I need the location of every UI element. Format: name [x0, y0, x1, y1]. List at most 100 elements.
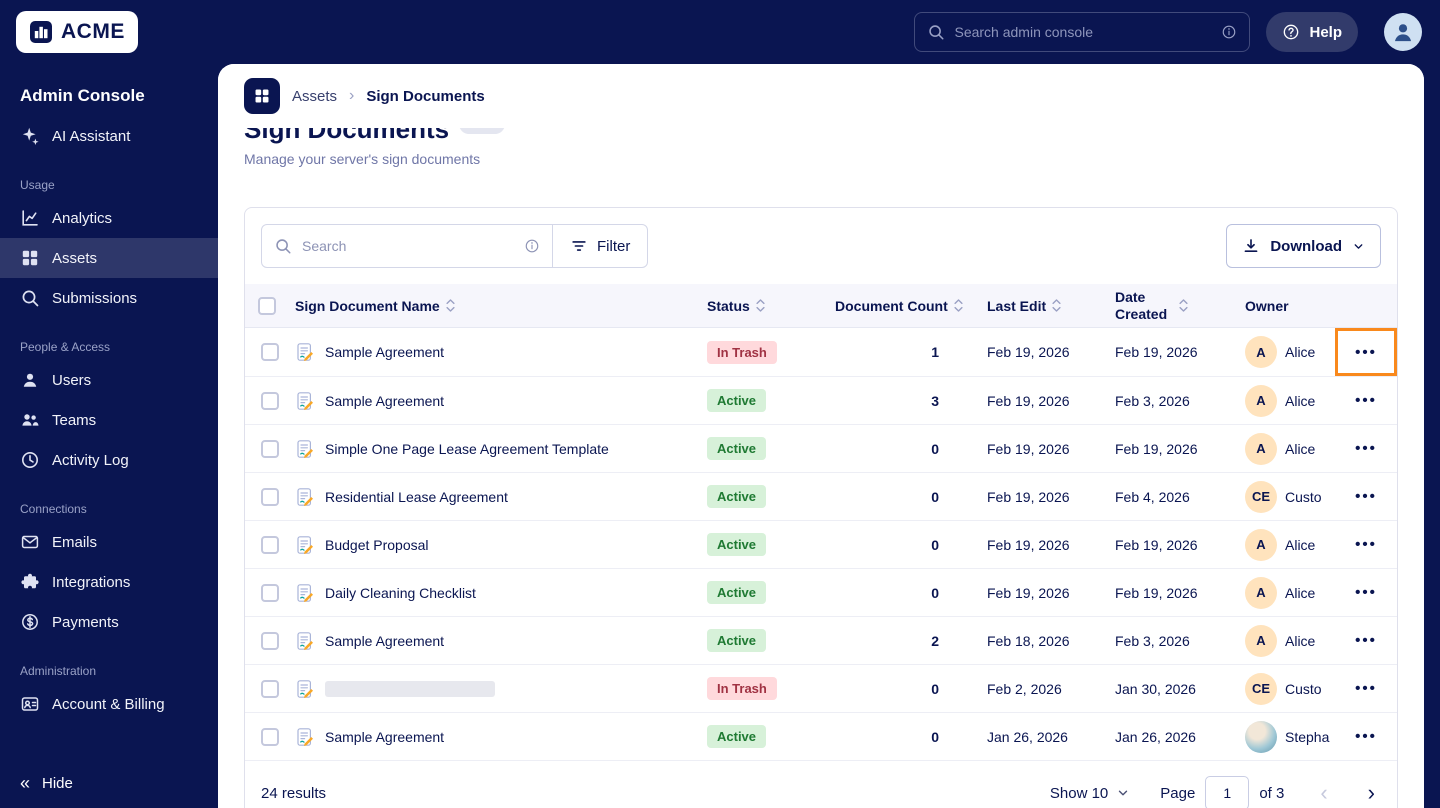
row-checkbox[interactable]: [261, 679, 279, 698]
document-name[interactable]: Sample Agreement: [325, 344, 444, 360]
document-name[interactable]: Sample Agreement: [325, 633, 444, 649]
owner-name: Stepha: [1285, 728, 1330, 745]
document-name[interactable]: Sample Agreement: [325, 393, 444, 409]
sign-document-icon: [295, 342, 315, 362]
table-body: Sample Agreement In Trash 1 Feb 19, 2026 Feb…: [245, 328, 1397, 760]
document-name[interactable]: Sample Agreement: [325, 729, 444, 745]
next-page-button[interactable]: ›: [1362, 780, 1381, 806]
table-row: Budget Proposal Active 0 Feb 19, 2026 Feb 19…: [245, 520, 1397, 568]
owner-avatar: CE: [1245, 672, 1277, 705]
sidebar-item-account-billing[interactable]: Account & Billing: [0, 684, 218, 724]
row-checkbox-cell: [245, 535, 295, 554]
document-name[interactable]: Budget Proposal: [325, 537, 429, 553]
column-header-owner: Owner: [1245, 297, 1289, 314]
sidebar-item-teams[interactable]: Teams: [0, 400, 218, 440]
activity-log-icon: [20, 450, 40, 470]
status-badge: Active: [707, 485, 767, 508]
owner-avatar: A: [1245, 576, 1277, 609]
table-search-input[interactable]: [302, 238, 514, 254]
row-actions-button[interactable]: •••: [1349, 721, 1383, 752]
page-size-select[interactable]: Show 10: [1050, 785, 1130, 802]
filter-label: Filter: [597, 237, 631, 255]
sort-icon[interactable]: [1178, 297, 1189, 314]
owner-cell: CE Custo: [1245, 480, 1335, 513]
row-checkbox[interactable]: [261, 727, 279, 746]
last-edit-date: Feb 19, 2026: [987, 440, 1070, 457]
sidebar-item-ai-assistant[interactable]: AI Assistant: [0, 116, 218, 156]
sort-icon[interactable]: [1051, 297, 1062, 314]
document-name[interactable]: Simple One Page Lease Agreement Template: [325, 441, 609, 457]
row-checkbox[interactable]: [261, 535, 279, 554]
page-input[interactable]: [1205, 776, 1250, 808]
owner-cell: A Alice: [1245, 384, 1335, 417]
sidebar-item-activity-log[interactable]: Activity Log: [0, 440, 218, 480]
row-checkbox[interactable]: [261, 631, 279, 650]
sort-icon[interactable]: [445, 297, 456, 314]
sidebar-item-label: Teams: [52, 411, 97, 429]
sidebar-item-submissions[interactable]: Submissions: [0, 278, 218, 318]
prev-page-button[interactable]: ‹: [1314, 780, 1333, 806]
sidebar-item-payments[interactable]: Payments: [0, 602, 218, 642]
sidebar-item-users[interactable]: Users: [0, 360, 218, 400]
owner-name: Alice: [1285, 632, 1316, 649]
row-actions-button[interactable]: •••: [1349, 673, 1383, 704]
acme-logo[interactable]: ACME: [16, 11, 138, 53]
row-checkbox[interactable]: [261, 391, 279, 410]
row-checkbox[interactable]: [261, 343, 279, 361]
row-checkbox-cell: [245, 727, 295, 746]
row-actions-cell: •••: [1335, 617, 1397, 664]
help-button[interactable]: Help: [1266, 12, 1358, 52]
sign-document-icon: [295, 439, 315, 459]
created-date: Jan 26, 2026: [1115, 728, 1196, 745]
sidebar-item-integrations[interactable]: Integrations: [0, 562, 218, 602]
row-actions-button[interactable]: •••: [1349, 577, 1383, 608]
owner-avatar: A: [1245, 336, 1277, 368]
admin-search[interactable]: [914, 12, 1251, 52]
sidebar-item-assets[interactable]: Assets: [0, 238, 218, 278]
emails-icon: [20, 532, 40, 552]
created-date: Feb 19, 2026: [1115, 584, 1198, 601]
row-checkbox[interactable]: [261, 487, 279, 506]
sign-document-icon: [295, 679, 315, 699]
sidebar-item-label: Integrations: [52, 573, 131, 591]
row-actions-button[interactable]: •••: [1349, 481, 1383, 512]
last-edit-date: Feb 19, 2026: [987, 584, 1070, 601]
document-name-cell: Budget Proposal: [295, 535, 707, 555]
column-header-status: Status: [707, 297, 750, 314]
document-name[interactable]: Residential Lease Agreement: [325, 489, 508, 505]
owner-cell: Stepha: [1245, 720, 1335, 753]
table-search[interactable]: [261, 224, 553, 268]
hide-sidebar-button[interactable]: « Hide: [0, 764, 218, 802]
row-actions-button[interactable]: •••: [1349, 385, 1383, 416]
analytics-icon: [20, 208, 40, 228]
chevron-down-icon: [1352, 240, 1365, 253]
document-name-cell: Daily Cleaning Checklist: [295, 583, 707, 603]
page-subtitle: Manage your server's sign documents: [244, 151, 481, 167]
owner-cell: A Alice: [1245, 432, 1335, 465]
breadcrumb-assets-link[interactable]: Assets: [292, 88, 337, 105]
document-name[interactable]: Daily Cleaning Checklist: [325, 585, 476, 601]
download-button[interactable]: Download: [1226, 224, 1381, 268]
row-actions-button[interactable]: •••: [1349, 337, 1383, 368]
user-avatar[interactable]: [1384, 13, 1422, 51]
row-checkbox[interactable]: [261, 439, 279, 458]
row-actions-cell: •••: [1335, 425, 1397, 472]
sidebar-item-label: Assets: [52, 249, 98, 267]
sidebar-item-analytics[interactable]: Analytics: [0, 198, 218, 238]
sidebar-item-label: Users: [52, 371, 92, 389]
filter-button[interactable]: Filter: [552, 224, 649, 268]
row-actions-button[interactable]: •••: [1349, 529, 1383, 560]
row-checkbox-cell: [245, 631, 295, 650]
sort-icon[interactable]: [953, 297, 964, 314]
admin-search-input[interactable]: [954, 24, 1213, 40]
row-actions-cell: •••: [1335, 665, 1397, 712]
sidebar-item-emails[interactable]: Emails: [0, 522, 218, 562]
document-count: 0: [931, 584, 939, 601]
row-actions-button[interactable]: •••: [1349, 625, 1383, 656]
select-all-checkbox[interactable]: [258, 296, 276, 315]
sort-icon[interactable]: [755, 297, 766, 314]
row-checkbox[interactable]: [261, 583, 279, 602]
chevron-down-icon: [1116, 786, 1130, 800]
row-actions-button[interactable]: •••: [1349, 433, 1383, 464]
document-count: 3: [931, 392, 939, 409]
